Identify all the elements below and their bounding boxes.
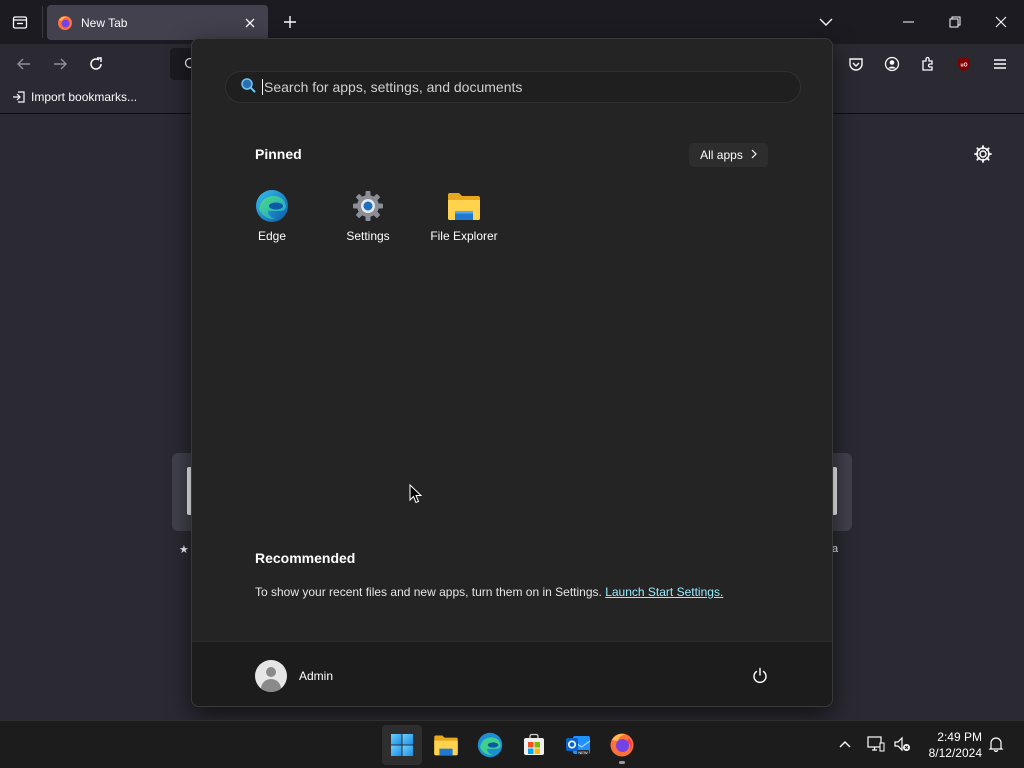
svg-text:NEW: NEW (578, 750, 588, 755)
chevron-up-icon[interactable] (835, 734, 855, 754)
clock-time: 2:49 PM (937, 730, 982, 744)
pinned-app-edge[interactable]: Edge (224, 189, 320, 249)
taskbar-outlook[interactable]: NEW (558, 725, 598, 765)
extensions-puzzle-icon[interactable] (916, 52, 940, 76)
start-search-box[interactable] (225, 71, 801, 103)
taskbar: NEW 2:49 PM 8/12/2024 (0, 720, 1024, 768)
clock-date: 8/12/2024 (928, 746, 982, 760)
import-bookmarks-button[interactable]: Import bookmarks... (12, 90, 137, 104)
minimize-icon[interactable] (886, 0, 932, 44)
power-icon[interactable] (748, 664, 772, 688)
tab-new-tab[interactable]: New Tab (47, 5, 268, 40)
back-arrow-icon[interactable] (12, 52, 36, 76)
store-icon (524, 733, 544, 755)
forward-arrow-icon[interactable] (48, 52, 72, 76)
close-tab-icon[interactable] (242, 15, 258, 31)
user-account-button[interactable]: Admin (255, 660, 333, 692)
mouse-cursor-icon (409, 483, 423, 504)
customize-gear-icon[interactable] (973, 144, 993, 164)
outlook-icon: NEW (566, 736, 591, 755)
pocket-icon[interactable] (844, 52, 868, 76)
start-button[interactable] (382, 725, 422, 765)
pinned-app-file-explorer[interactable]: File Explorer (416, 189, 512, 249)
top-site-shortcut-right[interactable] (830, 453, 852, 531)
reload-icon[interactable] (84, 52, 108, 76)
all-apps-label: All apps (700, 148, 743, 162)
taskbar-edge[interactable] (470, 725, 510, 765)
text-caret (262, 79, 263, 95)
chevron-right-icon (751, 148, 757, 162)
hamburger-menu-icon[interactable] (988, 52, 1012, 76)
user-name: Admin (299, 669, 334, 683)
svg-text:uO: uO (961, 63, 968, 69)
search-icon (240, 77, 256, 98)
shortcut-left-label: ★ (179, 544, 189, 556)
edge-icon (477, 732, 503, 758)
avatar (255, 660, 287, 692)
all-apps-button[interactable]: All apps (689, 143, 768, 167)
folder-icon (447, 189, 481, 223)
new-tab-plus-icon[interactable] (280, 12, 300, 32)
settings-gear-icon (351, 189, 385, 223)
notification-bell-icon[interactable] (986, 734, 1006, 754)
edge-icon (255, 189, 289, 223)
file-explorer-icon (434, 735, 458, 756)
import-icon (13, 91, 25, 103)
pinned-app-label: File Explorer (430, 229, 498, 243)
system-clock[interactable]: 2:49 PM 8/12/2024 (920, 729, 982, 761)
taskbar-file-explorer[interactable] (426, 725, 466, 765)
firefox-view-icon[interactable] (8, 10, 32, 34)
import-bookmarks-label: Import bookmarks... (31, 90, 138, 104)
restore-icon[interactable] (932, 0, 978, 44)
volume-muted-icon[interactable] (892, 734, 912, 754)
launch-start-settings-link[interactable]: Launch Start Settings. (605, 585, 723, 599)
tab-title: New Tab (81, 15, 128, 30)
start-menu-footer: Admin (192, 641, 832, 706)
chevron-down-icon[interactable] (815, 11, 837, 33)
firefox-icon (610, 733, 634, 757)
recommended-message: To show your recent files and new apps, … (255, 585, 723, 599)
start-icon (391, 734, 413, 756)
firefox-favicon-icon (57, 15, 73, 31)
tab-separator (42, 6, 43, 38)
ublock-origin-icon[interactable]: uO (952, 52, 976, 76)
account-icon[interactable] (880, 52, 904, 76)
pinned-app-label: Settings (346, 229, 390, 243)
recommended-message-text: To show your recent files and new apps, … (255, 585, 602, 599)
pinned-section-title: Pinned (255, 146, 302, 162)
taskbar-store[interactable] (514, 725, 554, 765)
running-indicator (619, 761, 625, 764)
recommended-section-title: Recommended (255, 550, 356, 566)
close-window-icon[interactable] (978, 0, 1024, 44)
taskbar-firefox[interactable] (602, 725, 642, 765)
start-search-input[interactable] (264, 79, 784, 95)
start-menu: Pinned All apps Edge Settings File Explo… (191, 38, 833, 707)
network-icon[interactable] (866, 734, 886, 754)
pinned-app-settings[interactable]: Settings (320, 189, 416, 249)
pinned-app-label: Edge (257, 229, 287, 243)
